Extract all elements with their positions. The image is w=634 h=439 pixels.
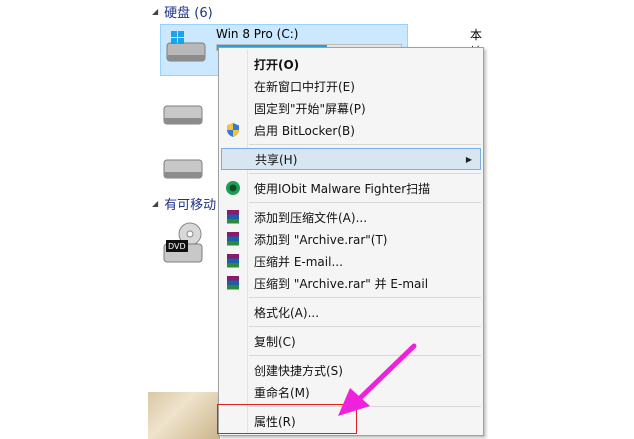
menu-separator [249, 144, 481, 145]
iobit-icon [226, 181, 240, 195]
menu-item-open-new-window[interactable]: 在新窗口中打开(E) [221, 75, 481, 97]
menu-item-share[interactable]: 共享(H) ▶ [221, 148, 481, 170]
background-strip [148, 392, 220, 439]
menu-separator [249, 202, 481, 203]
submenu-arrow-icon: ▶ [465, 154, 472, 164]
group-title: 硬盘 (6) [164, 6, 213, 21]
collapse-arrow-icon[interactable]: ◢ [152, 199, 158, 208]
dvd-drive-icon[interactable]: DVD [160, 222, 206, 266]
menu-separator [249, 173, 481, 174]
menu-item-pin-to-start[interactable]: 固定到"开始"屏幕(P) [221, 97, 481, 119]
menu-item-bitlocker[interactable]: 启用 BitLocker(B) [221, 119, 481, 141]
winrar-icon [227, 254, 239, 268]
annotation-arrow-icon [338, 343, 417, 416]
dvd-label: DVD [168, 242, 186, 251]
group-header-hard-disks[interactable]: ◢ 硬盘 (6) [152, 2, 213, 21]
menu-item-add-archive[interactable]: 添加到压缩文件(A)... [221, 206, 481, 228]
menu-item-format[interactable]: 格式化(A)... [221, 301, 481, 323]
menu-item-compress-rar-email[interactable]: 压缩到 "Archive.rar" 并 E-mail [221, 272, 481, 294]
winrar-icon [227, 232, 239, 246]
uac-shield-icon [227, 123, 239, 137]
winrar-icon [227, 276, 239, 290]
menu-item-iobit-scan[interactable]: 使用IObit Malware Fighter扫描 [221, 177, 481, 199]
hard-drive-icon[interactable] [160, 150, 206, 186]
group-title: 有可移动 [164, 198, 217, 213]
menu-item-open[interactable]: 打开(O) [221, 53, 481, 75]
windows-drive-icon [166, 31, 206, 62]
collapse-arrow-icon[interactable]: ◢ [152, 7, 158, 16]
winrar-icon [227, 210, 239, 224]
drive-name: Win 8 Pro (C:) [216, 27, 299, 41]
menu-separator [249, 326, 481, 327]
group-header-removable[interactable]: ◢ 有可移动 [152, 194, 216, 213]
menu-item-add-archive-rar[interactable]: 添加到 "Archive.rar"(T) [221, 228, 481, 250]
menu-separator [249, 297, 481, 298]
menu-item-compress-email[interactable]: 压缩并 E-mail... [221, 250, 481, 272]
hard-drive-icon[interactable] [160, 96, 206, 132]
